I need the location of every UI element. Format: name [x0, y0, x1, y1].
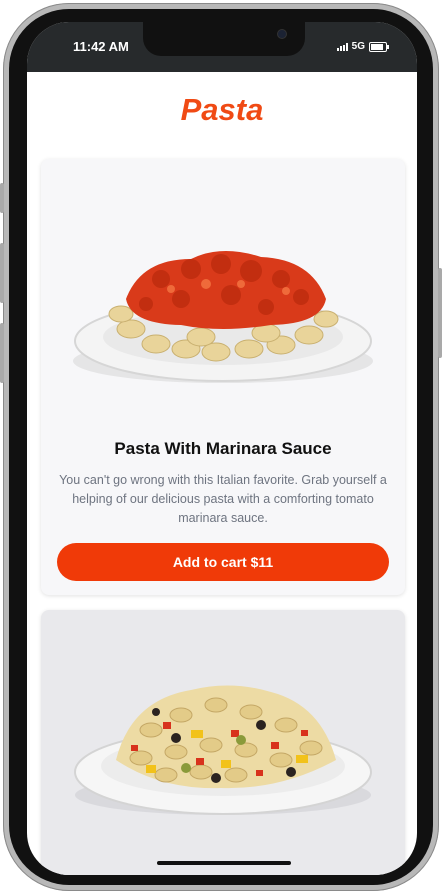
volume-down-button — [0, 323, 4, 383]
network-label: 5G — [351, 41, 365, 52]
item-description: You can't go wrong with this Italian fav… — [59, 473, 387, 525]
status-bar: 11:42 AM 5G — [27, 22, 417, 72]
pasta-vegetable-image — [74, 685, 372, 815]
home-indicator[interactable] — [157, 861, 291, 865]
page-title: Pasta — [180, 92, 264, 127]
menu-item-card — [41, 610, 405, 875]
add-to-cart-button[interactable]: Add to cart $11 — [57, 543, 389, 581]
menu-item-card: Pasta With Marinara Sauce You can't go w… — [41, 159, 405, 595]
status-icons: 5G — [336, 41, 389, 52]
volume-up-button — [0, 243, 4, 303]
signal-icon — [336, 42, 348, 51]
pasta-marinara-image — [73, 250, 373, 383]
mute-switch — [0, 183, 4, 213]
battery-icon — [369, 41, 389, 52]
status-time: 11:42 AM — [73, 39, 129, 54]
item-name: Pasta With Marinara Sauce — [114, 439, 332, 458]
notch — [143, 22, 305, 56]
power-button — [438, 268, 442, 358]
front-camera — [278, 30, 286, 38]
phone-screen: 11:42 AM 5G Pasta Pasta With Marinara Sa… — [27, 22, 417, 875]
